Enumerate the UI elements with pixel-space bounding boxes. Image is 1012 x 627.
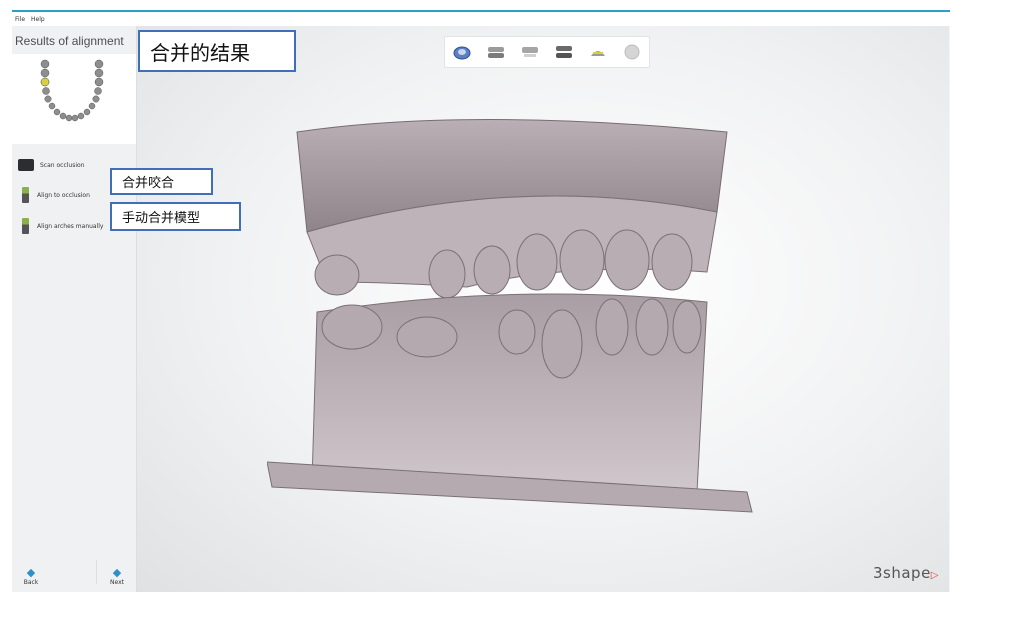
lower-jaw-icon[interactable] [517,41,543,63]
view-toolbar [444,36,650,68]
back-button[interactable]: ◆ Back [16,566,46,586]
step-label: Scan occlusion [40,161,85,169]
app-window: File Help Results of alignment Scan occl… [12,10,950,592]
dental-arch-thumbnail[interactable] [12,54,136,144]
bite-icon[interactable] [585,41,611,63]
next-button[interactable]: ◆ Next [102,566,132,586]
callout-manual-merge: 手动合并模型 [110,202,241,231]
both-jaws-icon[interactable] [483,41,509,63]
callout-merge-result: 合并的结果 [138,30,296,72]
sidebar: Results of alignment Scan occlusion Alig… [12,26,137,592]
arrow-left-icon: ◆ [26,566,36,579]
align-manual-icon [22,218,29,234]
arrow-right-icon: ◆ [112,566,122,579]
brand-name: 3shape [872,564,931,582]
nav-divider [96,560,97,584]
triangle-logo-icon: ▷ [930,570,939,581]
step-label: Align to occlusion [37,191,90,199]
align-occlusion-icon [22,187,29,203]
next-label: Next [110,579,124,586]
back-label: Back [23,579,39,586]
occlusion-icon[interactable] [551,41,577,63]
tooth-chart-icon [40,59,104,122]
sidebar-title: Results of alignment [15,34,124,48]
callout-merge-occlusion: 合并咬合 [110,168,213,195]
menu-help[interactable]: Help [31,16,45,23]
menu-file[interactable]: File [15,16,25,23]
dental-model-render [267,119,753,513]
menu-bar: File Help [12,12,950,26]
step-label: Align arches manually [37,222,104,230]
brand-logo: 3shape▷ [873,564,939,582]
scanner-icon [18,159,34,171]
3d-viewport[interactable]: 3shape▷ [137,26,949,592]
sphere-icon[interactable] [619,41,645,63]
upper-jaw-icon[interactable] [449,41,475,63]
